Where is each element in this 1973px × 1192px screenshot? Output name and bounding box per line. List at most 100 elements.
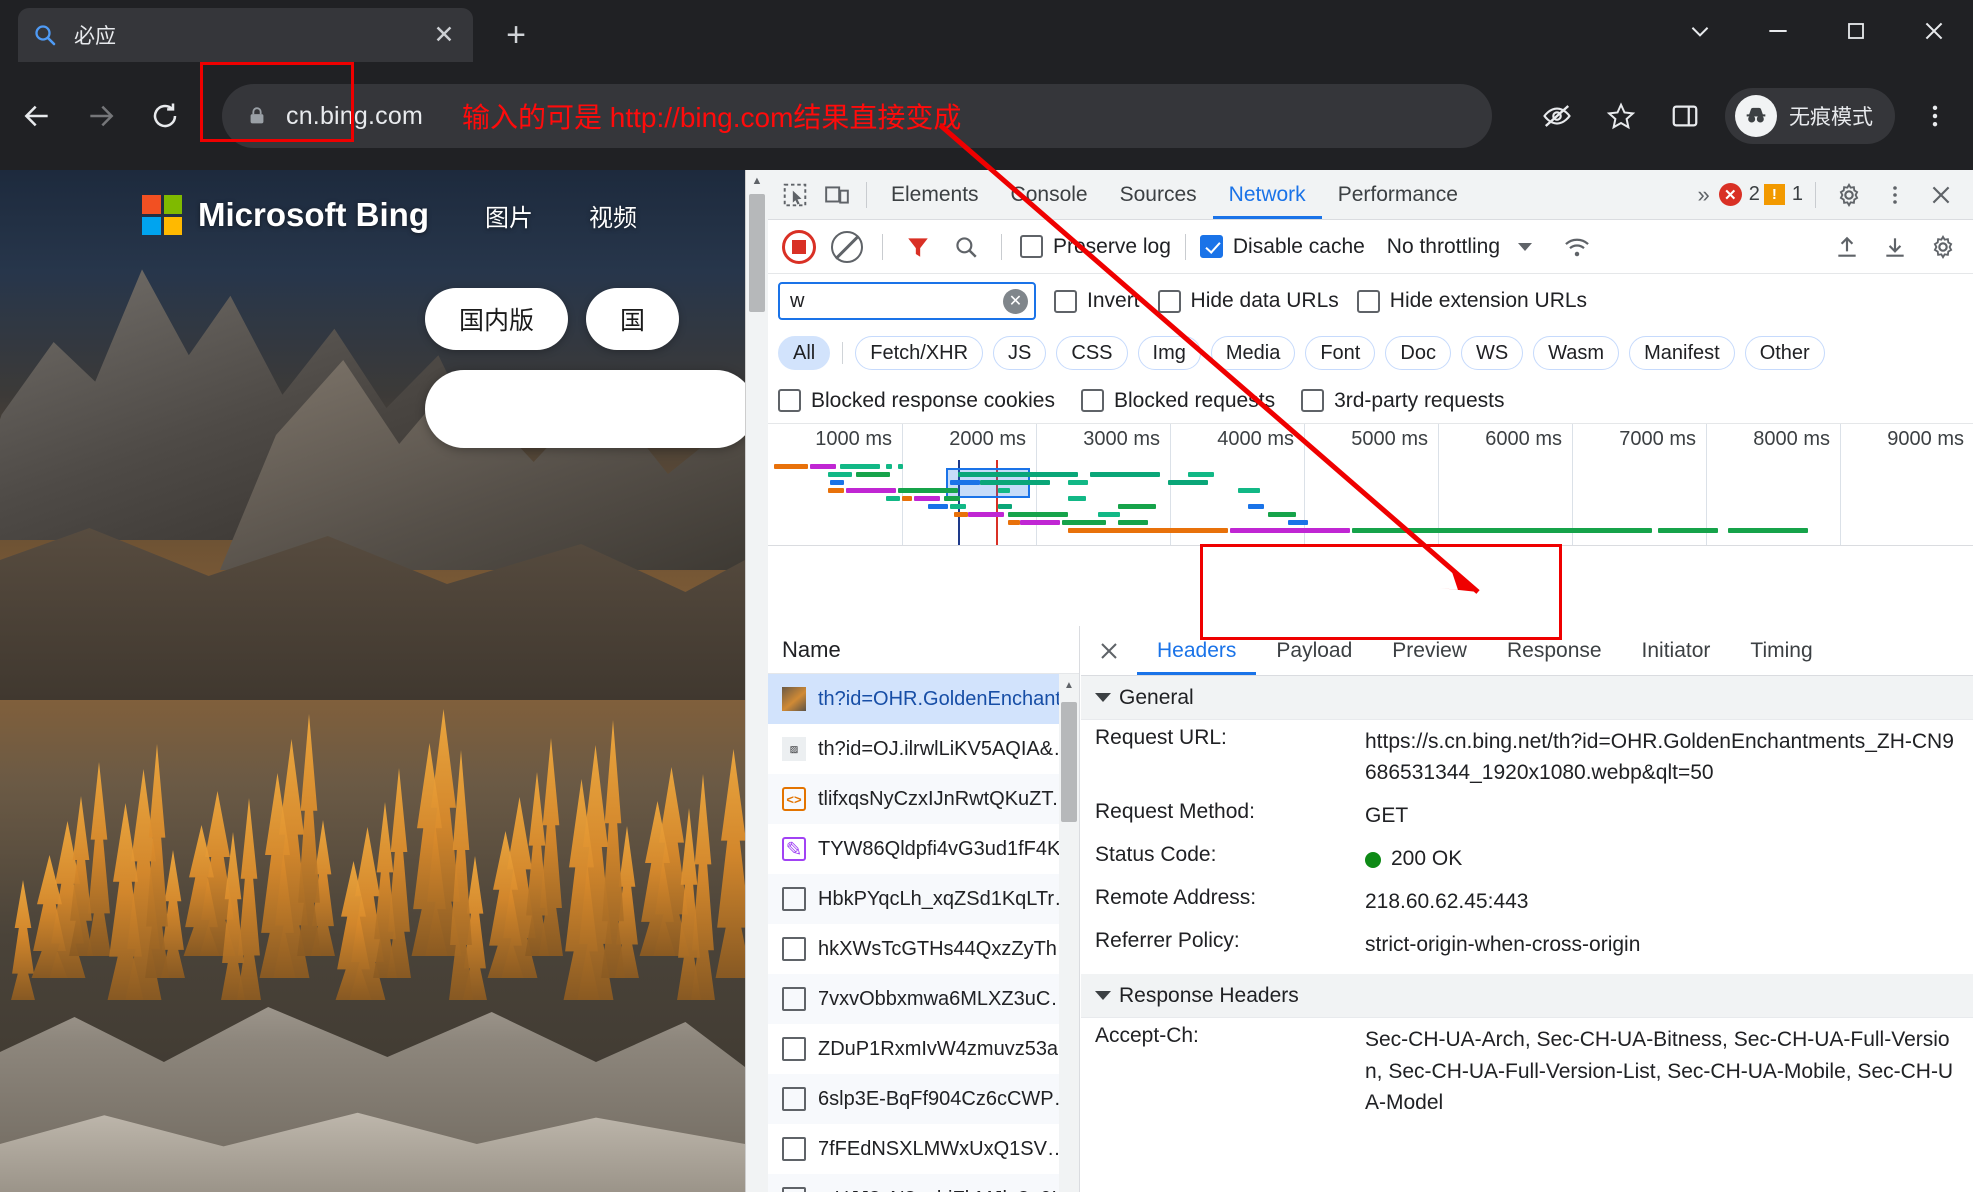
star-icon[interactable] — [1591, 86, 1651, 146]
type-filter-js[interactable]: JS — [993, 336, 1047, 370]
request-list-item[interactable]: 7fFEdNSXLMWxUxQ1SVSMG... — [768, 1124, 1079, 1174]
warning-badge[interactable]: ! 1 — [1763, 183, 1803, 206]
reload-icon[interactable] — [138, 89, 192, 143]
download-arrow-icon[interactable] — [1874, 226, 1916, 268]
invert-checkbox[interactable]: Invert — [1054, 289, 1140, 313]
bing-pill-domestic[interactable]: 国内版 — [425, 288, 569, 350]
timeline-tick-label: 1000 ms — [815, 428, 892, 450]
scrollbar-thumb[interactable] — [749, 194, 765, 312]
inspect-element-icon[interactable] — [774, 174, 816, 216]
disable-cache-checkbox[interactable]: Disable cache — [1199, 235, 1365, 259]
microsoft-squares-icon — [142, 195, 182, 235]
close-details-icon[interactable] — [1081, 626, 1137, 676]
bing-nav-videos[interactable]: 视频 — [589, 198, 637, 233]
back-arrow-icon[interactable] — [10, 89, 64, 143]
three-dots-icon[interactable] — [1905, 86, 1965, 146]
tab-elements[interactable]: Elements — [875, 170, 995, 219]
close-icon[interactable] — [1895, 0, 1973, 62]
three-dots-icon[interactable] — [1874, 174, 1916, 216]
detail-tab-headers[interactable]: Headers — [1137, 626, 1256, 675]
request-list-item[interactable]: xrUJJ8sN8ucbiFbMJle3n0IfR... — [768, 1174, 1079, 1192]
chevron-double-right-icon[interactable]: » — [1690, 182, 1715, 208]
wifi-icon[interactable] — [1556, 226, 1598, 268]
request-list[interactable]: th?id=OHR.GoldenEnchant... ▨ th?id=OJ.ilrw… — [768, 674, 1079, 1192]
upload-arrow-icon[interactable] — [1826, 226, 1868, 268]
record-stop-icon[interactable] — [778, 226, 820, 268]
request-list-item[interactable]: ▨ th?id=OJ.ilrwlLiKV5AQIA&w... — [768, 724, 1079, 774]
type-filter-font[interactable]: Font — [1305, 336, 1376, 370]
request-list-item[interactable]: <> tlifxqsNyCzxIJnRwtQKuZTo... — [768, 774, 1079, 824]
error-badge[interactable]: ✕ 2 — [1718, 183, 1760, 206]
bing-header: Microsoft Bing 图片 视频 — [0, 170, 745, 260]
device-toolbar-icon[interactable] — [816, 174, 858, 216]
detail-tab-initiator[interactable]: Initiator — [1622, 626, 1731, 675]
blocked-response-cookies-checkbox[interactable]: Blocked response cookies — [778, 389, 1055, 413]
detail-tab-response[interactable]: Response — [1487, 626, 1622, 675]
request-list-item[interactable]: ZDuP1RxmIvW4zmuvz53att... — [768, 1024, 1079, 1074]
clear-circle-icon[interactable]: ✕ — [1003, 288, 1028, 314]
tab-sources[interactable]: Sources — [1104, 170, 1213, 219]
network-overview[interactable]: 1000 ms 2000 ms 3000 ms 4000 ms 5000 ms 6000 … — [768, 424, 1973, 546]
request-list-item[interactable]: ✎ TYW86Qldpfi4vG3ud1fF4K... — [768, 824, 1079, 874]
scrollbar-thumb[interactable] — [1061, 702, 1077, 822]
hide-extension-urls-checkbox[interactable]: Hide extension URLs — [1356, 289, 1587, 313]
side-panel-icon[interactable] — [1655, 86, 1715, 146]
gear-icon[interactable] — [1828, 174, 1870, 216]
general-section-header[interactable]: General — [1081, 676, 1973, 720]
eye-slash-icon[interactable] — [1527, 86, 1587, 146]
tab-close-icon[interactable]: ✕ — [429, 20, 459, 50]
maximize-icon[interactable] — [1817, 0, 1895, 62]
tab-network[interactable]: Network — [1213, 170, 1322, 219]
minimize-icon[interactable] — [1739, 0, 1817, 62]
gear-icon[interactable] — [1922, 226, 1964, 268]
filter-input-wrapper[interactable]: ✕ — [778, 282, 1036, 320]
chevron-down-icon[interactable] — [1518, 242, 1533, 251]
detail-tab-timing[interactable]: Timing — [1730, 626, 1832, 675]
type-filter-media[interactable]: Media — [1210, 336, 1296, 370]
search-icon[interactable] — [945, 226, 987, 268]
incognito-indicator[interactable]: 无痕模式 — [1725, 88, 1895, 144]
throttling-select[interactable]: No throttling — [1387, 235, 1500, 259]
preserve-log-checkbox[interactable]: Preserve log — [1020, 235, 1171, 259]
type-filter-manifest[interactable]: Manifest — [1629, 336, 1735, 370]
waterfall-bar — [830, 480, 844, 485]
blocked-requests-checkbox[interactable]: Blocked requests — [1080, 389, 1275, 413]
detail-tab-payload[interactable]: Payload — [1256, 626, 1372, 675]
type-filter-other[interactable]: Other — [1744, 336, 1825, 370]
scroll-up-arrow-icon[interactable]: ▲ — [746, 170, 768, 192]
response-headers-section-header[interactable]: Response Headers — [1081, 974, 1973, 1019]
chevron-down-icon[interactable] — [1661, 0, 1739, 62]
filter-input[interactable] — [790, 289, 1003, 313]
request-list-item[interactable]: hkXWsTcGTHs44QxzZyThd4... — [768, 924, 1079, 974]
bing-pill-secondary[interactable]: 国 — [586, 288, 680, 350]
new-tab-button[interactable]: + — [495, 14, 537, 56]
funnel-icon[interactable] — [897, 226, 939, 268]
detail-tab-preview[interactable]: Preview — [1372, 626, 1487, 675]
type-filter-img[interactable]: Img — [1137, 336, 1201, 370]
request-list-scrollbar[interactable]: ▲ — [1059, 674, 1079, 1192]
type-filter-fetch-xhr[interactable]: Fetch/XHR — [855, 336, 984, 370]
page-scrollbar[interactable]: ▲ — [746, 170, 768, 1192]
request-list-item[interactable]: th?id=OHR.GoldenEnchant... — [768, 674, 1079, 724]
bing-logo[interactable]: Microsoft Bing — [142, 195, 429, 235]
type-filter-wasm[interactable]: Wasm — [1533, 336, 1620, 370]
type-filter-all[interactable]: All — [778, 336, 831, 370]
browser-tab[interactable]: 必应 ✕ — [18, 8, 473, 62]
type-filter-ws[interactable]: WS — [1460, 336, 1524, 370]
tab-performance[interactable]: Performance — [1322, 170, 1474, 219]
bing-nav-images[interactable]: 图片 — [485, 198, 533, 233]
scroll-up-arrow-icon[interactable]: ▲ — [1059, 674, 1079, 696]
clear-icon[interactable] — [826, 226, 868, 268]
forward-arrow-icon[interactable] — [74, 89, 128, 143]
type-filter-doc[interactable]: Doc — [1385, 336, 1451, 370]
type-filter-css[interactable]: CSS — [1056, 336, 1128, 370]
close-icon[interactable] — [1920, 174, 1962, 216]
tab-console[interactable]: Console — [995, 170, 1104, 219]
hide-data-urls-checkbox[interactable]: Hide data URLs — [1157, 289, 1339, 313]
filter-row: ✕ Invert Hide data URLs Hide extension U… — [768, 274, 1973, 328]
third-party-requests-checkbox[interactable]: 3rd-party requests — [1301, 389, 1505, 413]
request-list-item[interactable]: 6slp3E-BqFf904Cz6cCWPY1... — [768, 1074, 1079, 1124]
request-list-item[interactable]: HbkPYqcLh_xqZSd1KqLTrW... — [768, 874, 1079, 924]
request-list-item[interactable]: 7vxvObbxmwa6MLXZ3uCm... — [768, 974, 1079, 1024]
bing-search-box[interactable] — [425, 370, 745, 448]
